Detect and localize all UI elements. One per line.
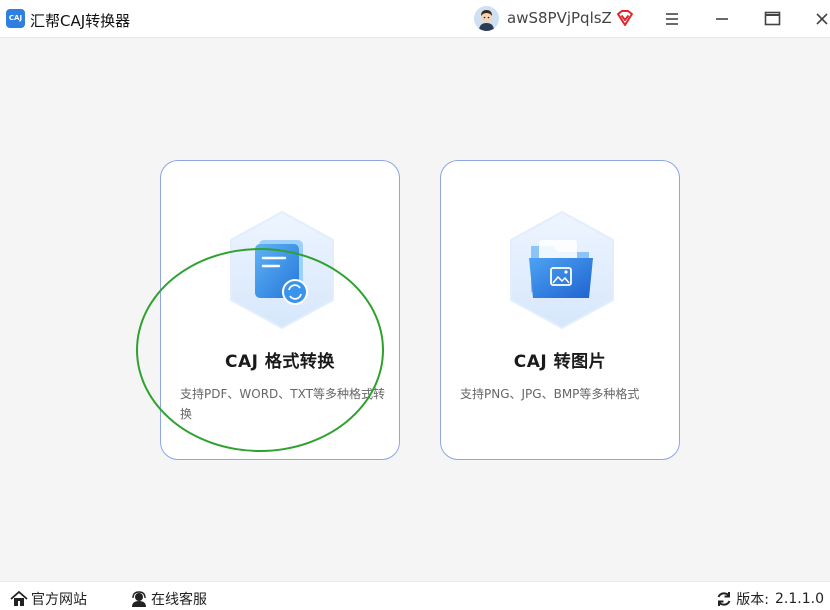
maximize-button[interactable] [757, 4, 787, 34]
app-title: 汇帮CAJ转换器 [30, 12, 131, 30]
hamburger-icon [666, 13, 678, 25]
card-description: 支持PDF、WORD、TXT等多种格式转换 [180, 387, 385, 421]
document-convert-icon [230, 210, 334, 330]
online-support-link[interactable]: 在线客服 [130, 589, 207, 609]
menu-button[interactable] [657, 4, 687, 34]
refresh-icon [717, 592, 731, 606]
card-description: 支持PNG、JPG、BMP等多种格式 [460, 387, 640, 401]
minimize-button[interactable] [707, 4, 737, 34]
card-title: CAJ 转图片 [513, 352, 607, 372]
user-avatar[interactable] [474, 6, 499, 31]
online-support-label: 在线客服 [151, 592, 207, 608]
app-logo-icon: CAJ [6, 9, 25, 28]
card-title: CAJ 格式转换 [225, 352, 335, 372]
headset-icon [132, 591, 146, 607]
official-website-link[interactable]: 官方网站 [10, 589, 87, 609]
close-button[interactable] [807, 4, 830, 34]
official-website-label: 官方网站 [31, 592, 87, 608]
maximize-icon [764, 11, 781, 26]
minimize-icon [716, 18, 728, 20]
home-icon [10, 591, 28, 606]
caj-format-convert-card[interactable]: CAJ 格式转换 支持PDF、WORD、TXT等多种格式转换 [160, 160, 400, 460]
title-bar: CAJ 汇帮CAJ转换器 awS8PVjPqlsZ [0, 0, 830, 38]
image-folder-icon [510, 210, 614, 330]
vip-diamond-icon[interactable] [615, 8, 635, 28]
username[interactable]: awS8PVjPqlsZ [507, 9, 612, 27]
version-info[interactable]: 版本: 2.1.1.0 [716, 589, 824, 609]
close-icon [816, 13, 828, 25]
version-label: 版本: [736, 592, 770, 608]
caj-to-image-card[interactable]: CAJ 转图片 支持PNG、JPG、BMP等多种格式 [440, 160, 680, 460]
version-number: 2.1.1.0 [775, 591, 824, 607]
footer-bar: 官方网站 在线客服 版本: 2.1.1.0 [0, 581, 830, 610]
